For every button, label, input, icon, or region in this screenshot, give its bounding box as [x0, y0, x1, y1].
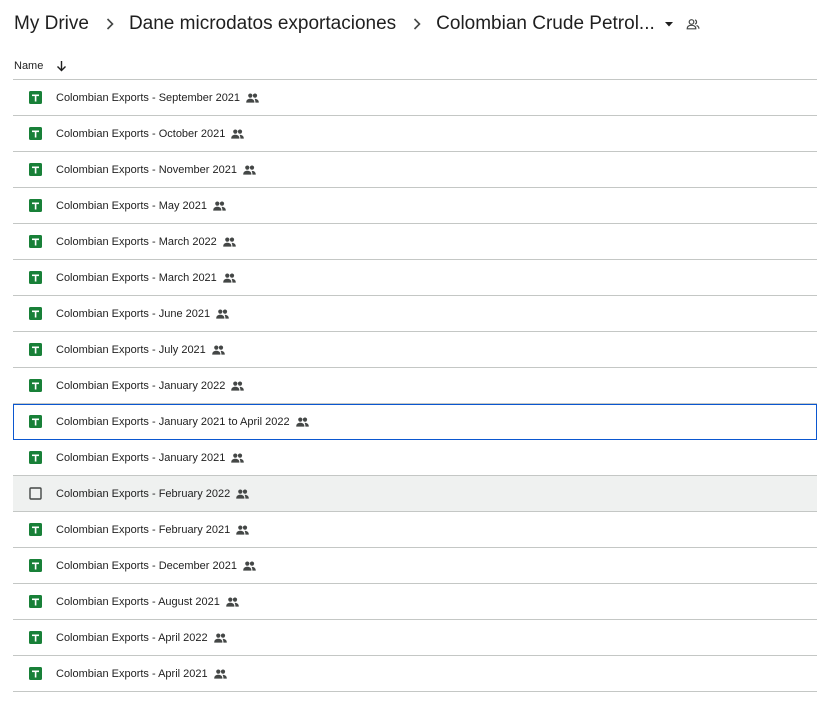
google-sheets-icon: [29, 307, 42, 320]
google-sheets-icon: [29, 271, 42, 284]
shared-people-icon: [243, 165, 256, 175]
file-name: Colombian Exports - April 2021: [56, 667, 208, 680]
shared-people-icon: [295, 417, 309, 427]
file-row[interactable]: Colombian Exports - March 2021: [13, 260, 817, 296]
file-row[interactable]: Colombian Exports - April 2022: [13, 620, 817, 656]
file-name: Colombian Exports - January 2021 to Apri…: [56, 415, 290, 428]
shared-people-icon: [213, 669, 227, 679]
shared-people-icon: [211, 345, 225, 355]
file-list-header: Name: [13, 52, 817, 80]
google-sheets-icon: [29, 91, 42, 104]
file-name: Colombian Exports - September 2021: [56, 91, 241, 104]
breadcrumb-my-drive[interactable]: My Drive: [13, 13, 90, 35]
file-name: Colombian Exports - January 2022: [56, 379, 226, 392]
file-name: Colombian Exports - February 2022: [56, 487, 231, 500]
shared-people-icon: [246, 93, 259, 103]
shared-people-icon: [236, 489, 250, 499]
arrow-down-icon[interactable]: [56, 60, 67, 72]
google-sheets-icon: [29, 595, 42, 608]
file-row[interactable]: Colombian Exports - September 2021: [13, 80, 817, 116]
file-name: Colombian Exports - March 2022: [56, 235, 217, 248]
shared-with-icon[interactable]: [686, 17, 700, 31]
file-name: Colombian Exports - January 2021: [56, 451, 226, 464]
file-name: Colombian Exports - May 2021: [56, 199, 208, 212]
shared-people-icon: [231, 381, 245, 391]
file-name: Colombian Exports - June 2021: [56, 307, 211, 320]
file-row[interactable]: Colombian Exports - April 2021: [13, 656, 817, 692]
google-sheets-icon: [29, 631, 42, 644]
file-row[interactable]: Colombian Exports - October 2021: [13, 116, 817, 152]
file-row[interactable]: Colombian Exports - November 2021: [13, 152, 817, 188]
caret-down-icon[interactable]: [664, 19, 674, 29]
name-column-header[interactable]: Name: [14, 60, 43, 72]
shared-people-icon: [236, 525, 250, 535]
file-row[interactable]: Colombian Exports - February 2021: [13, 512, 817, 548]
google-sheets-icon: [29, 379, 42, 392]
shared-people-icon: [243, 561, 256, 571]
breadcrumb-current-folder[interactable]: Colombian Crude Petrol...: [435, 13, 656, 35]
file-row[interactable]: Colombian Exports - August 2021: [13, 584, 817, 620]
google-sheets-icon: [29, 559, 42, 572]
file-name: Colombian Exports - August 2021: [56, 595, 220, 608]
file-row[interactable]: Colombian Exports - March 2022: [13, 224, 817, 260]
file-row[interactable]: Colombian Exports - December 2021: [13, 548, 817, 584]
file-list: Colombian Exports - September 2021 Colomb…: [13, 80, 817, 692]
google-sheets-icon: [29, 199, 42, 212]
shared-people-icon: [231, 129, 245, 139]
file-row[interactable]: Colombian Exports - January 2021 to Apri…: [13, 404, 817, 440]
shared-people-icon: [213, 201, 226, 211]
shared-people-icon: [222, 237, 236, 247]
file-name: Colombian Exports - April 2022: [56, 631, 208, 644]
google-sheets-icon: [29, 415, 42, 428]
shared-people-icon: [226, 597, 239, 607]
google-sheets-icon: [29, 343, 42, 356]
file-name: Colombian Exports - July 2021: [56, 343, 206, 356]
file-row[interactable]: Colombian Exports - January 2021: [13, 440, 817, 476]
chevron-right-icon: [413, 18, 421, 30]
google-sheets-icon: [29, 451, 42, 464]
chevron-right-icon: [106, 18, 114, 30]
file-name: Colombian Exports - October 2021: [56, 127, 226, 140]
checkbox-icon[interactable]: [29, 487, 42, 500]
shared-people-icon: [231, 453, 245, 463]
breadcrumb-parent-folder[interactable]: Dane microdatos exportaciones: [128, 13, 397, 35]
google-sheets-icon: [29, 235, 42, 248]
file-name: Colombian Exports - March 2021: [56, 271, 217, 284]
file-row[interactable]: Colombian Exports - February 2022: [13, 476, 817, 512]
google-sheets-icon: [29, 127, 42, 140]
shared-people-icon: [216, 309, 229, 319]
shared-people-icon: [222, 273, 236, 283]
google-sheets-icon: [29, 523, 42, 536]
file-name: Colombian Exports - February 2021: [56, 523, 231, 536]
shared-people-icon: [213, 633, 227, 643]
file-name: Colombian Exports - November 2021: [56, 163, 237, 176]
file-row[interactable]: Colombian Exports - May 2021: [13, 188, 817, 224]
google-sheets-icon: [29, 163, 42, 176]
file-row[interactable]: Colombian Exports - June 2021: [13, 296, 817, 332]
file-row[interactable]: Colombian Exports - January 2022: [13, 368, 817, 404]
file-row[interactable]: Colombian Exports - July 2021: [13, 332, 817, 368]
breadcrumb: My Drive Dane microdatos exportaciones C…: [13, 0, 817, 48]
file-name: Colombian Exports - December 2021: [56, 559, 237, 572]
google-sheets-icon: [29, 667, 42, 680]
